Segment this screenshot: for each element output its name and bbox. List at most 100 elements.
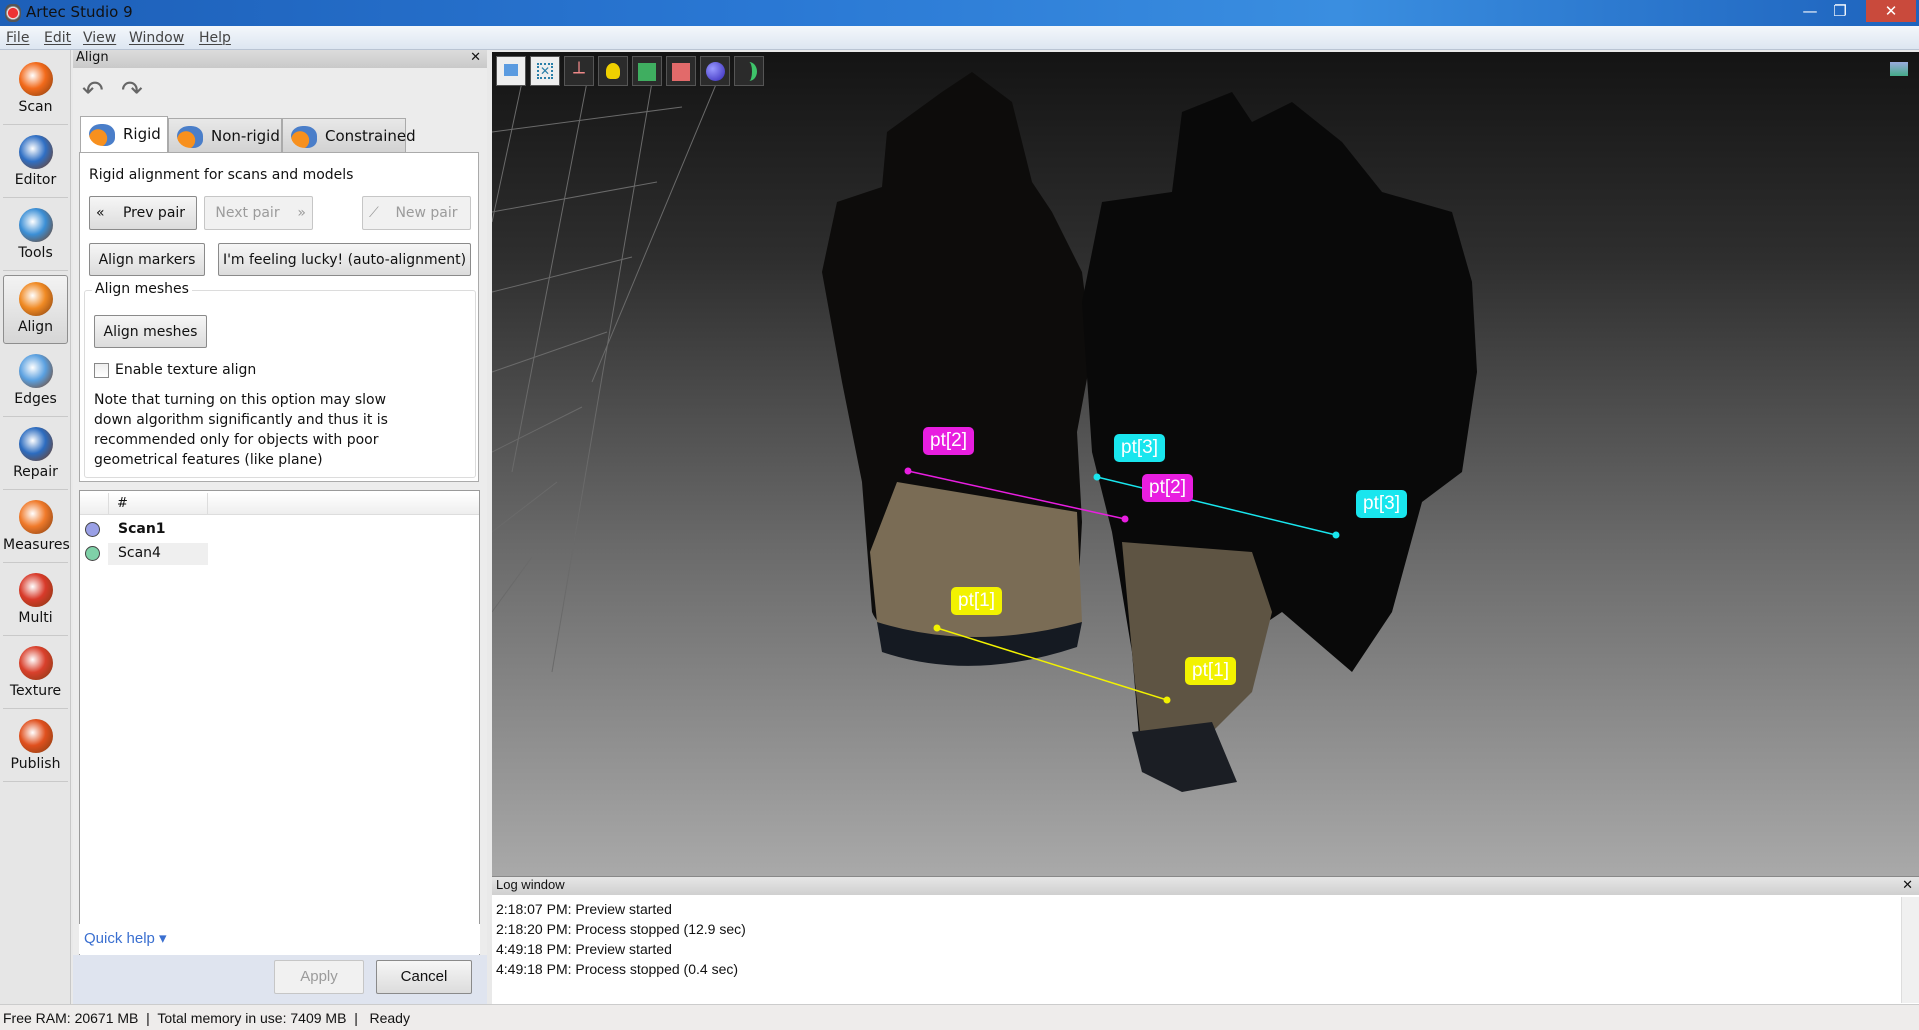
column-header[interactable]: # — [108, 493, 208, 515]
non-rigid-icon — [177, 126, 203, 148]
new-pair-button[interactable]: ⟋ New pair — [362, 196, 471, 230]
axes-icon[interactable]: ⟂ — [564, 56, 594, 86]
tab-constrained[interactable]: Constrained — [282, 118, 416, 152]
group-label: Align meshes — [92, 281, 192, 297]
log-header: Log window ✕ — [492, 877, 1919, 895]
constrained-icon — [291, 126, 317, 148]
tool-label: Edges — [14, 391, 57, 407]
textured-cube-icon[interactable] — [632, 56, 662, 86]
tool-repair[interactable]: Repair — [3, 421, 68, 490]
home-view-icon[interactable] — [496, 56, 526, 86]
title-bar: Artec Studio 9 — ❐ ✕ — [0, 0, 1919, 26]
3d-viewport[interactable]: pt[2] pt[3] pt[2] pt[3] pt[1] pt[1] ✕ ⟂ — [492, 52, 1919, 876]
crescent-icon[interactable] — [734, 56, 764, 86]
marker-label[interactable]: pt[1] — [951, 587, 1002, 615]
list-item[interactable]: Scan1 — [80, 519, 479, 541]
scan-icon — [18, 62, 53, 96]
tab-non-rigid[interactable]: Non-rigid — [168, 118, 282, 152]
description: Rigid alignment for scans and models — [89, 167, 354, 183]
rigid-tab-content: Rigid alignment for scans and models « Pr… — [79, 152, 479, 482]
scan-color-icon — [85, 522, 100, 537]
scan-list: # Scan1 Scan4 — [79, 490, 480, 962]
tool-label: Scan — [18, 99, 53, 115]
tab-label: Non-rigid — [211, 127, 280, 145]
quick-help-link[interactable]: Quick help ▾ — [79, 924, 480, 954]
tool-publish[interactable]: Publish — [3, 713, 68, 782]
multi-icon — [18, 573, 53, 607]
cancel-button[interactable]: Cancel — [376, 960, 472, 994]
tool-sidebar: Scan Editor Tools Align Edges Repair Measures M… — [0, 50, 71, 1004]
tool-label: Measures — [3, 537, 70, 553]
left-glove — [822, 72, 1092, 666]
panel-title: Align — [76, 50, 109, 65]
light-bulb-icon[interactable] — [598, 56, 628, 86]
fit-view-icon[interactable]: ✕ — [530, 56, 560, 86]
marker-label[interactable]: pt[3] — [1114, 434, 1165, 462]
tool-label: Multi — [18, 610, 53, 626]
align-panel: Align ✕ ↶ ↷ Rigid Non-rigid Constrained … — [73, 50, 487, 1004]
menu-view[interactable]: View — [83, 30, 116, 46]
log-title: Log window — [496, 877, 565, 892]
menu-window[interactable]: Window — [129, 30, 184, 46]
button-label: New pair — [395, 205, 458, 221]
tool-measures[interactable]: Measures — [3, 494, 70, 563]
publish-icon — [18, 719, 53, 753]
app-logo-icon — [5, 4, 21, 22]
tool-multi[interactable]: Multi — [3, 567, 68, 636]
align-markers-button[interactable]: Align markers — [89, 243, 205, 276]
tools-icon — [18, 208, 53, 242]
close-button[interactable]: ✕ — [1866, 0, 1916, 22]
scan-name: Scan1 — [118, 521, 166, 537]
tab-label: Rigid — [123, 125, 161, 143]
maximize-button[interactable]: ❐ — [1820, 0, 1860, 22]
tool-label: Texture — [9, 683, 62, 699]
tool-label: Repair — [13, 464, 58, 480]
status-bar: Free RAM: 20671 MB | Total memory in use… — [0, 1004, 1919, 1030]
button-label: Prev pair — [122, 205, 186, 221]
tool-label: Tools — [18, 245, 53, 261]
tool-editor[interactable]: Editor — [3, 129, 68, 198]
undo-button[interactable]: ↶ — [82, 76, 104, 106]
list-header: # — [80, 493, 479, 515]
prev-pair-button[interactable]: « Prev pair — [89, 196, 197, 230]
redo-button[interactable]: ↷ — [121, 76, 143, 106]
apply-button[interactable]: Apply — [274, 960, 364, 994]
window-title: Artec Studio 9 — [26, 3, 133, 21]
screenshot-icon[interactable] — [1890, 62, 1908, 76]
marker-label[interactable]: pt[3] — [1356, 490, 1407, 518]
tab-rigid[interactable]: Rigid — [80, 116, 168, 152]
marker-label[interactable]: pt[1] — [1185, 657, 1236, 685]
tool-label: Align — [17, 319, 54, 335]
align-icon — [18, 282, 53, 316]
next-pair-button[interactable]: Next pair » — [204, 196, 313, 230]
tool-texture[interactable]: Texture — [3, 640, 68, 709]
menu-file[interactable]: File — [6, 30, 29, 46]
checkbox-label: Enable texture align — [115, 362, 257, 378]
align-meshes-button[interactable]: Align meshes — [94, 315, 207, 348]
menu-edit[interactable]: Edit — [44, 30, 71, 46]
log-line: 4:49:18 PM: Process stopped (0.4 sec) — [496, 961, 739, 977]
sphere-icon[interactable] — [700, 56, 730, 86]
log-scrollbar[interactable] — [1901, 897, 1919, 1003]
tool-label: Editor — [14, 172, 57, 188]
marker-label[interactable]: pt[2] — [1142, 474, 1193, 502]
tool-align[interactable]: Align — [3, 275, 68, 344]
panel-close-button[interactable]: ✕ — [470, 50, 481, 65]
tool-scan[interactable]: Scan — [3, 56, 68, 125]
panel-header: Align ✕ — [73, 50, 487, 68]
log-close-button[interactable]: ✕ — [1902, 877, 1913, 893]
tool-edges[interactable]: Edges — [3, 348, 68, 417]
scene — [492, 72, 1477, 792]
solid-cube-icon[interactable] — [666, 56, 696, 86]
scan-name: Scan4 — [118, 545, 161, 561]
editor-icon — [18, 135, 53, 169]
log-line: 4:49:18 PM: Preview started — [496, 941, 672, 957]
line-icon: ⟋ — [369, 205, 379, 221]
tool-tools[interactable]: Tools — [3, 202, 68, 271]
texture-align-checkbox[interactable] — [94, 363, 109, 378]
list-item[interactable]: Scan4 — [80, 543, 479, 565]
marker-label[interactable]: pt[2] — [923, 427, 974, 455]
repair-icon — [18, 427, 53, 461]
menu-help[interactable]: Help — [199, 30, 231, 46]
auto-alignment-button[interactable]: I'm feeling lucky! (auto-alignment) — [218, 243, 471, 276]
